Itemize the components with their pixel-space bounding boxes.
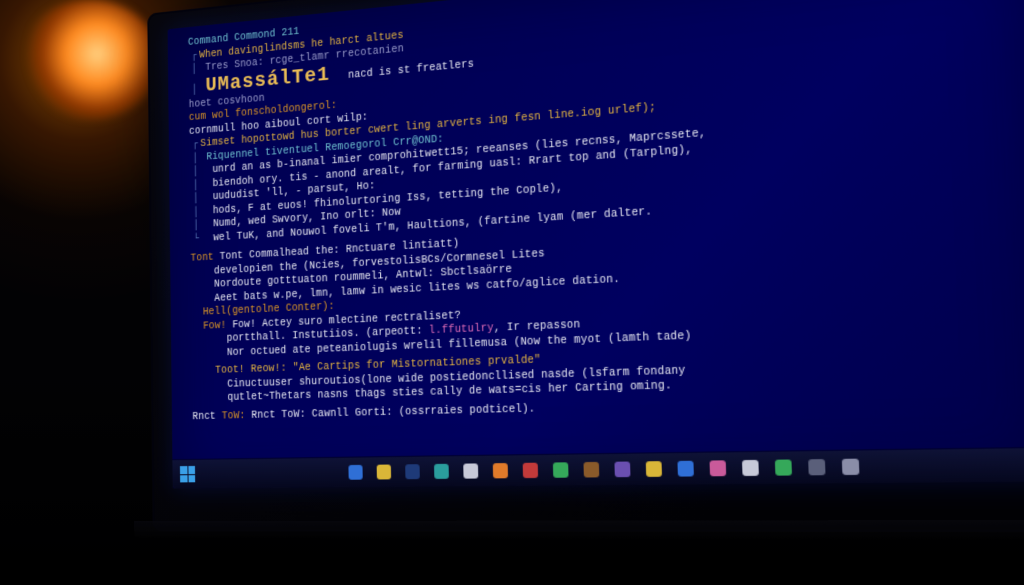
- taskbar-app-icon[interactable]: [583, 462, 599, 478]
- ambient-room: Command Commond 211 ┌When davinglindsms …: [0, 0, 1024, 585]
- taskbar-spacer: [943, 465, 1024, 466]
- laptop-screen: Command Commond 211 ┌When davinglindsms …: [168, 0, 1024, 489]
- taskbar-app-icon[interactable]: [842, 459, 860, 475]
- taskbar-app-icon[interactable]: [553, 462, 569, 478]
- taskbar-spacer: [204, 473, 281, 474]
- taskbar-app-icon[interactable]: [775, 459, 792, 475]
- taskbar-app-icon[interactable]: [434, 464, 449, 479]
- lamp-glow: [20, 0, 160, 120]
- taskbar-app-icon[interactable]: [377, 465, 392, 480]
- taskbar-pinned-apps: [291, 458, 931, 481]
- taskbar-app-icon[interactable]: [463, 463, 478, 478]
- taskbar-app-icon[interactable]: [808, 459, 825, 475]
- taskbar-app-icon[interactable]: [677, 461, 693, 477]
- taskbar-app-icon[interactable]: [348, 465, 362, 480]
- taskbar-app-icon[interactable]: [523, 463, 538, 478]
- start-button-icon[interactable]: [180, 466, 195, 482]
- laptop: Command Commond 211 ┌When davinglindsms …: [150, 10, 1024, 570]
- taskbar-app-icon[interactable]: [614, 462, 630, 478]
- laptop-base: [134, 520, 1024, 541]
- taskbar-app-icon[interactable]: [493, 463, 508, 478]
- windows-taskbar[interactable]: [172, 447, 1024, 489]
- taskbar-app-icon[interactable]: [646, 461, 662, 477]
- taskbar-app-icon[interactable]: [742, 460, 759, 476]
- taskbar-app-icon[interactable]: [405, 464, 420, 479]
- taskbar-app-icon[interactable]: [710, 460, 727, 476]
- terminal-content: Command Commond 211 ┌When davinglindsms …: [188, 0, 1024, 424]
